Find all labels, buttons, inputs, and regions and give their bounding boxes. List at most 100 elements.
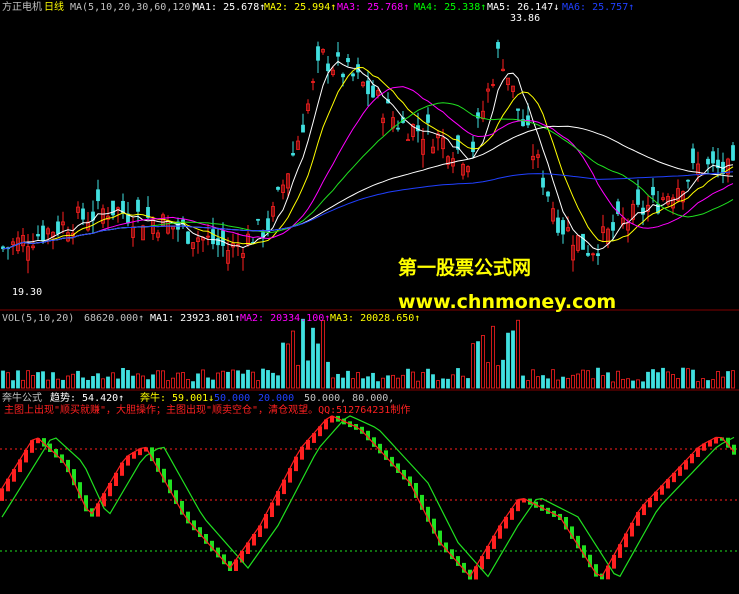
volume-label: VOL(5,10,20)	[2, 313, 74, 324]
candle-body	[36, 234, 40, 237]
volume-bar	[141, 375, 145, 389]
candle-body	[581, 233, 585, 250]
volume-bar	[566, 377, 570, 389]
volume-bar	[456, 368, 460, 389]
stock-name: 方正电机	[2, 0, 42, 13]
volume-bar	[56, 378, 60, 389]
candle-body	[366, 80, 370, 95]
candle-body	[316, 46, 320, 61]
volume-bar	[126, 370, 130, 389]
volume-bar	[251, 371, 255, 389]
period-label: 日线	[44, 0, 64, 13]
volume-bar	[61, 379, 65, 389]
volume-bar	[91, 376, 95, 389]
volume-bar	[241, 373, 245, 389]
candle-body	[186, 231, 190, 244]
candle-body	[291, 153, 295, 156]
volume-bar	[346, 370, 350, 389]
volume-bar	[641, 381, 645, 389]
volume-bar	[546, 378, 550, 389]
candle-body	[496, 42, 500, 49]
candle-body	[586, 252, 590, 256]
candle-body	[266, 218, 270, 232]
candle-body	[351, 73, 355, 77]
volume-bar	[206, 377, 210, 389]
volume-bar	[586, 370, 590, 389]
ma5-value: MA5: 26.147↓	[487, 2, 559, 13]
volume-bar	[31, 375, 35, 389]
stock-chart[interactable]: 方正电机 日线 MA(5,10,20,30,60,120) MA1: 25.67…	[0, 0, 739, 594]
volume-bar	[356, 372, 360, 389]
volume-bar	[386, 375, 390, 389]
ref-levels-value: 50.000, 80.000,	[304, 393, 394, 404]
volume-bar	[351, 378, 355, 389]
candle-body	[516, 108, 520, 111]
watermark-url: www.chnmoney.com	[398, 291, 616, 313]
indicator-bar	[0, 488, 4, 501]
high-annotation: 33.86	[510, 13, 540, 24]
volume-bar	[161, 370, 165, 389]
volume-bar	[101, 378, 105, 389]
volume-bar	[621, 378, 625, 389]
volume-bar	[706, 380, 710, 389]
volume-bar	[136, 373, 140, 389]
ma-line-5	[2, 125, 734, 250]
volume-bar	[131, 375, 135, 389]
volume-bar	[276, 375, 280, 389]
volume-bar	[681, 367, 685, 389]
volume-value: 68620.000↑	[84, 313, 144, 324]
volume-bar	[11, 380, 15, 389]
candle-body	[336, 52, 340, 57]
volume-bar	[591, 378, 595, 389]
volume-bar	[156, 370, 160, 389]
candle-body	[426, 114, 430, 123]
volume-bar	[266, 370, 270, 389]
volume-bar	[496, 365, 500, 389]
volume-bar	[606, 372, 610, 389]
volume-bar	[481, 335, 485, 389]
indicator-label: 奔牛公式	[2, 391, 42, 404]
volume-bar	[286, 343, 290, 389]
volume-bar	[231, 369, 235, 389]
volume-bar	[16, 370, 20, 389]
volume-bar	[26, 370, 30, 389]
volume-bar	[216, 372, 220, 389]
volume-bar	[656, 372, 660, 389]
ma-params: MA(5,10,20,30,60,120)	[70, 2, 196, 13]
volume-bar	[531, 369, 535, 389]
volume-bars	[1, 318, 735, 389]
candle-body	[541, 177, 545, 188]
volume-bar	[51, 372, 55, 389]
volume-bar	[21, 379, 25, 389]
volume-bar	[281, 342, 285, 389]
vol-ma3-value: MA3: 20028.650↑	[330, 313, 420, 324]
volume-bar	[411, 371, 415, 389]
candle-body	[81, 208, 85, 220]
candle-body	[611, 222, 615, 231]
volume-bar	[666, 371, 670, 389]
volume-bar	[111, 372, 115, 389]
volume-bar	[506, 332, 510, 389]
indicator-note: 主图上出现"顺买就赚"，大胆操作；主图出现"顺卖空仓"，清仓观望。QQ:5127…	[4, 403, 410, 416]
candle-body	[211, 229, 215, 245]
volume-bar	[486, 362, 490, 389]
volume-bar	[406, 368, 410, 389]
vol-ma1-value: MA1: 23923.801↑	[150, 313, 240, 324]
volume-bar	[321, 320, 325, 389]
volume-bar	[76, 370, 80, 389]
volume-bar	[301, 318, 305, 389]
volume-bar	[1, 370, 5, 389]
ma1-value: MA1: 25.678↑	[193, 2, 265, 13]
candle-body	[96, 189, 100, 202]
volume-bar	[491, 325, 495, 389]
volume-bar	[646, 371, 650, 389]
volume-bar	[146, 379, 150, 389]
volume-bar	[476, 341, 480, 389]
candle-body	[706, 158, 710, 165]
volume-bar	[631, 380, 635, 389]
volume-bar	[376, 381, 380, 389]
volume-bar	[696, 381, 700, 389]
volume-bar	[636, 379, 640, 389]
volume-bar	[121, 367, 125, 389]
volume-bar	[41, 371, 45, 389]
